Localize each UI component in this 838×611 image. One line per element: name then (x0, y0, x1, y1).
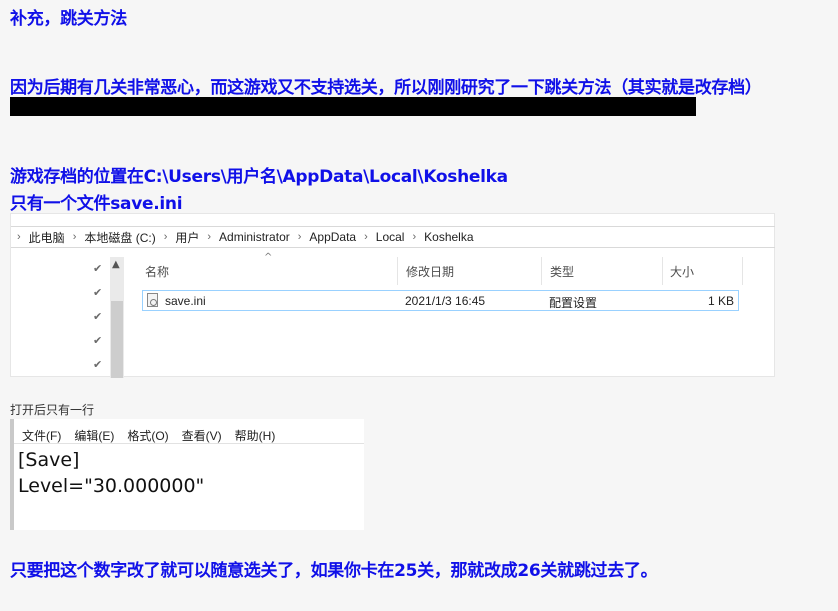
file-row-save-ini[interactable]: save.ini 2021/1/3 16:45 配置设置 1 KB (142, 290, 739, 311)
chevron-right-icon[interactable]: › (73, 231, 77, 243)
scrollbar-thumb[interactable] (111, 301, 123, 378)
column-divider[interactable] (662, 257, 663, 285)
menu-format[interactable]: 格式(O) (127, 427, 168, 444)
pin-icon[interactable]: ✔ (93, 311, 105, 323)
file-explorer-window: › 此电脑 › 本地磁盘 (C:) › 用户 › Administrator ›… (10, 213, 775, 378)
nav-scrollbar[interactable]: ▲ (110, 257, 124, 378)
file-name[interactable]: save.ini (165, 294, 206, 308)
chevron-right-icon[interactable]: › (364, 231, 368, 243)
pin-icon[interactable]: ✔ (93, 335, 105, 347)
chevron-right-icon[interactable]: › (164, 231, 168, 243)
intro-text: 因为后期有几关非常恶心，而这游戏又不支持选关，所以刚刚研究了一下跳关方法（其实就… (10, 78, 762, 98)
pin-icon[interactable]: ✔ (93, 263, 105, 275)
file-modified: 2021/1/3 16:45 (405, 294, 486, 308)
file-size: 1 KB (708, 294, 735, 308)
scroll-up-icon[interactable]: ▲ (112, 259, 120, 270)
text-line-1[interactable]: [Save] (18, 447, 204, 473)
pin-icon[interactable]: ✔ (93, 287, 105, 299)
column-divider[interactable] (742, 257, 743, 285)
menu-file[interactable]: 文件(F) (22, 427, 61, 444)
column-divider[interactable] (397, 257, 398, 285)
chevron-right-icon[interactable]: › (298, 231, 302, 243)
breadcrumb-users[interactable]: 用户 (175, 229, 199, 246)
breadcrumb-administrator[interactable]: Administrator (219, 230, 290, 244)
breadcrumb-local-disk[interactable]: 本地磁盘 (C:) (84, 229, 155, 246)
breadcrumb-koshelka[interactable]: Koshelka (424, 230, 473, 244)
breadcrumb-this-pc[interactable]: 此电脑 (29, 229, 65, 246)
notepad-menu-bar: 文件(F) 编辑(E) 格式(O) 查看(V) 帮助(H) (22, 427, 275, 444)
menu-view[interactable]: 查看(V) (182, 427, 222, 444)
menu-divider (14, 443, 364, 444)
menu-edit[interactable]: 编辑(E) (74, 427, 114, 444)
sort-caret-icon: ^ (264, 252, 273, 263)
text-line-2[interactable]: Level="30.000000" (18, 473, 204, 499)
breadcrumb-appdata[interactable]: AppData (309, 230, 356, 244)
pin-icon[interactable]: ✔ (93, 359, 105, 371)
column-divider[interactable] (541, 257, 542, 285)
config-file-icon (147, 293, 158, 307)
chevron-right-icon[interactable]: › (17, 231, 21, 243)
chevron-right-icon[interactable]: › (207, 231, 211, 243)
chevron-right-icon[interactable]: › (412, 231, 416, 243)
notepad-window: 文件(F) 编辑(E) 格式(O) 查看(V) 帮助(H) [Save] Leve… (10, 419, 364, 530)
column-header-type[interactable]: 类型 (550, 263, 574, 280)
notepad-left-edge (10, 419, 14, 530)
open-note-text: 打开后只有一行 (10, 403, 95, 417)
notepad-text-area[interactable]: [Save] Level="30.000000" (18, 447, 204, 499)
column-header-size[interactable]: 大小 (670, 263, 694, 280)
column-header-name[interactable]: 名称 (145, 263, 169, 280)
only-one-file-text: 只有一个文件save.ini (10, 194, 183, 214)
navigation-pane[interactable]: ✔ ✔ ✔ ✔ ✔ (11, 250, 124, 378)
breadcrumb-local[interactable]: Local (376, 230, 405, 244)
column-header-modified[interactable]: 修改日期 (406, 263, 454, 280)
address-bar[interactable]: › 此电脑 › 本地磁盘 (C:) › 用户 › Administrator ›… (11, 226, 775, 248)
heading: 补充，跳关方法 (10, 9, 127, 29)
redacted-bar (10, 97, 696, 116)
save-location-text: 游戏存档的位置在C:\Users\用户名\AppData\Local\Koshe… (10, 167, 508, 187)
conclusion-text: 只要把这个数字改了就可以随意选关了，如果你卡在25关，那就改成26关就跳过去了。 (10, 561, 658, 581)
menu-help[interactable]: 帮助(H) (235, 427, 276, 444)
file-type: 配置设置 (549, 296, 598, 310)
